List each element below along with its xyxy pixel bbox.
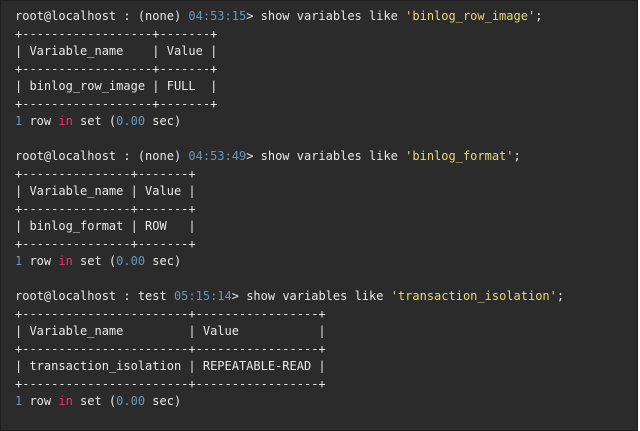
sec-suffix: sec) [145,394,182,408]
result-summary: 1 row in set (0.00 sec) [15,253,629,271]
command-line: root@localhost : test 05:15:14> show var… [15,288,629,306]
table-border: +-----------------------+---------------… [15,376,326,391]
command-line: root@localhost : (none) 04:53:15> show v… [15,8,629,26]
table-row: | transaction_isolation | REPEATABLE-REA… [15,359,326,373]
elapsed-seconds: 0.00 [116,394,146,408]
elapsed-seconds: 0.00 [116,114,146,128]
prompt-time: 04:53:15 [188,9,247,23]
command-terminator: ; [513,149,521,163]
result-summary: 1 row in set (0.00 sec) [15,393,629,411]
command-string: 'binlog_row_image' [405,9,536,23]
result-summary: 1 row in set (0.00 sec) [15,113,629,131]
in-keyword: in [58,394,73,408]
table-border: +------------------+-------+ [15,26,218,41]
prompt-text: root@localhost : (none) [15,9,189,23]
command-text: > show variables like [246,9,406,23]
command-text: > show variables like [246,149,406,163]
table-border: +---------------+-------+ [15,201,196,216]
table-border: +---------------+-------+ [15,236,196,251]
terminal-output: root@localhost : (none) 04:53:15> show v… [15,8,629,411]
terminal-window[interactable]: root@localhost : (none) 04:53:15> show v… [0,0,638,431]
sec-suffix: sec) [145,254,182,268]
table-row: | binlog_format | ROW | [15,219,196,233]
command-terminator: ; [535,9,543,23]
in-keyword: in [58,114,73,128]
command-text: > show variables like [231,289,391,303]
prompt-text: root@localhost : (none) [15,149,189,163]
table-border: +---------------+-------+ [15,166,196,181]
table-border: +------------------+-------+ [15,96,218,111]
row-word: row [22,254,59,268]
set-word: set ( [72,114,117,128]
table-row: | binlog_row_image | FULL | [15,79,218,93]
row-word: row [22,394,59,408]
prompt-time: 05:15:14 [173,289,232,303]
command-string: 'binlog_format' [405,149,514,163]
command-line: root@localhost : (none) 04:53:49> show v… [15,148,629,166]
command-string: 'transaction_isolation' [390,289,557,303]
elapsed-seconds: 0.00 [116,254,146,268]
table-header-row: | Variable_name | Value | [15,44,218,58]
set-word: set ( [72,394,117,408]
table-border: +------------------+-------+ [15,61,218,76]
table-header-row: | Variable_name | Value | [15,184,196,198]
sec-suffix: sec) [145,114,182,128]
table-header-row: | Variable_name | Value | [15,324,326,338]
table-border: +-----------------------+---------------… [15,306,326,321]
command-terminator: ; [556,289,565,303]
prompt-text: root@localhost : test [15,289,174,303]
row-word: row [22,114,59,128]
prompt-time: 04:53:49 [188,149,247,163]
in-keyword: in [58,254,73,268]
table-border: +-----------------------+---------------… [15,341,326,356]
set-word: set ( [72,254,117,268]
